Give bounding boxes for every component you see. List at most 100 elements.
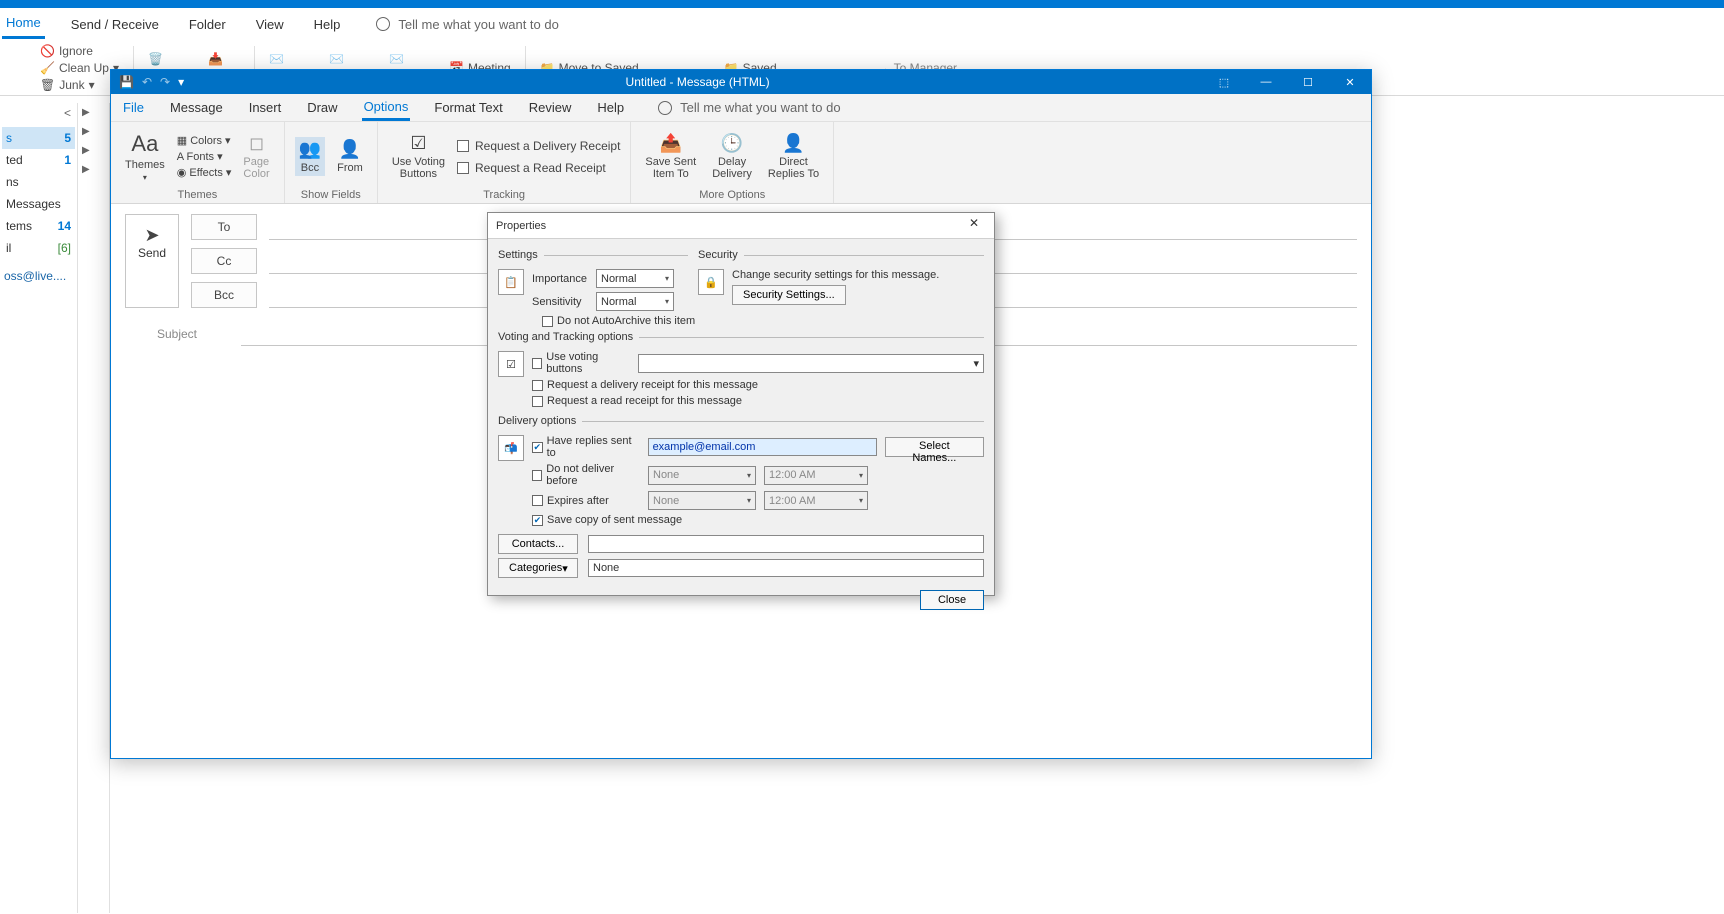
tell-me[interactable]: Tell me what you want to do xyxy=(376,17,558,32)
contacts-input[interactable] xyxy=(588,535,984,553)
replies-to-input[interactable] xyxy=(648,438,877,456)
direct-replies-button[interactable]: 👤Direct Replies To xyxy=(764,131,823,182)
ignore-button[interactable]: 🚫 Ignore xyxy=(40,44,119,58)
compose-review[interactable]: Review xyxy=(527,96,574,119)
nav-item[interactable]: il[6] xyxy=(2,237,75,259)
nav-item[interactable]: ted1 xyxy=(2,149,75,171)
junk-button[interactable]: 🗑 Junk ▾ xyxy=(40,78,119,92)
group-label: Tracking xyxy=(483,187,525,203)
themes-button[interactable]: AaThemes▾ xyxy=(121,129,169,184)
effects-button[interactable]: ◉ Effects ▾ xyxy=(177,166,232,179)
folder-pane: < s5 ted1 ns Messages tems14 il[6] oss@l… xyxy=(0,103,78,913)
autoarchive-checkbox[interactable]: Do not AutoArchive this item xyxy=(542,315,984,327)
categories-value[interactable]: None xyxy=(588,559,984,577)
to-button[interactable]: To xyxy=(191,214,257,240)
delivery-receipt-checkbox[interactable]: Request a Delivery Receipt xyxy=(457,139,620,153)
page-color-button[interactable]: ◻Page Color xyxy=(239,131,273,182)
dialog-close-icon[interactable]: ✕ xyxy=(962,216,986,236)
compose-insert[interactable]: Insert xyxy=(247,96,284,119)
menu-home[interactable]: Home xyxy=(2,9,45,39)
compose-format[interactable]: Format Text xyxy=(432,96,504,119)
close-button[interactable]: Close xyxy=(920,590,984,610)
compose-ribbon: AaThemes▾ ▦ Colors ▾ A Fonts ▾ ◉ Effects… xyxy=(111,122,1371,204)
send-button[interactable]: ➤ Send xyxy=(125,214,179,308)
nav-item[interactable]: Messages xyxy=(2,193,75,215)
expires-time[interactable]: 12:00 AM▾ xyxy=(764,491,868,510)
nav-item[interactable]: tems14 xyxy=(2,215,75,237)
select-names-button[interactable]: Select Names... xyxy=(885,437,984,457)
importance-select[interactable]: Normal▾ xyxy=(596,269,674,288)
menu-folder[interactable]: Folder xyxy=(185,11,230,38)
qat-more-icon[interactable]: ▾ xyxy=(178,75,184,89)
contacts-button[interactable]: Contacts... xyxy=(498,534,578,554)
security-settings-button[interactable]: Security Settings... xyxy=(732,285,846,305)
group-label: More Options xyxy=(699,187,765,203)
compose-draw[interactable]: Draw xyxy=(305,96,339,119)
dialog-title: Properties xyxy=(496,220,546,232)
window-popout-icon[interactable]: ⬚ xyxy=(1203,70,1245,94)
compose-help[interactable]: Help xyxy=(595,96,626,119)
nav-item[interactable]: ns xyxy=(2,171,75,193)
group-label: Themes xyxy=(177,187,217,203)
bcc-button[interactable]: 👥Bcc xyxy=(295,137,325,176)
compose-menu: File Message Insert Draw Options Format … xyxy=(111,94,1371,122)
undo-icon[interactable]: ↶ xyxy=(142,75,152,89)
main-menu: Home Send / Receive Folder View Help Tel… xyxy=(0,8,1724,40)
security-icon: 🔒 xyxy=(698,269,724,295)
menu-view[interactable]: View xyxy=(252,11,288,38)
compose-message[interactable]: Message xyxy=(168,96,225,119)
group-label: Show Fields xyxy=(301,187,361,203)
categories-button[interactable]: Categories▾ xyxy=(498,558,578,578)
menu-send-receive[interactable]: Send / Receive xyxy=(67,11,163,38)
voting-icon: ☑ xyxy=(498,351,524,377)
cc-button[interactable]: Cc xyxy=(191,248,257,274)
expires-checkbox[interactable]: Expires after xyxy=(532,495,640,507)
use-voting-checkbox[interactable]: Use voting buttons xyxy=(532,351,630,375)
window-maximize-icon[interactable]: ☐ xyxy=(1287,70,1329,94)
colors-button[interactable]: ▦ Colors ▾ xyxy=(177,134,232,147)
nav-item[interactable]: s5 xyxy=(2,127,75,149)
voting-group-label: Voting and Tracking options xyxy=(498,331,633,343)
no-deliver-date[interactable]: None▾ xyxy=(648,466,756,485)
voting-buttons[interactable]: ☑Use Voting Buttons xyxy=(388,131,449,182)
sensitivity-select[interactable]: Normal▾ xyxy=(596,292,674,311)
compose-options[interactable]: Options xyxy=(362,95,411,121)
delay-delivery-button[interactable]: 🕒Delay Delivery xyxy=(708,131,756,182)
menu-help[interactable]: Help xyxy=(310,11,345,38)
no-deliver-time[interactable]: 12:00 AM▾ xyxy=(764,466,868,485)
bcc-button[interactable]: Bcc xyxy=(191,282,257,308)
cleanup-button[interactable]: 🧹 Clean Up ▾ xyxy=(40,61,119,75)
settings-group-label: Settings xyxy=(498,249,538,261)
compose-tell-me[interactable]: Tell me what you want to do xyxy=(658,100,840,115)
bulb-icon xyxy=(658,101,672,115)
properties-dialog: Properties ✕ Settings 📋 Importance Norma… xyxy=(487,212,995,596)
settings-icon: 📋 xyxy=(498,269,524,295)
read-receipt-checkbox[interactable]: Request a read receipt for this message xyxy=(532,395,984,407)
expand-arrow-icon[interactable]: ▶ xyxy=(78,122,109,141)
save-icon[interactable]: 💾 xyxy=(119,75,134,89)
read-receipt-checkbox[interactable]: Request a Read Receipt xyxy=(457,161,620,175)
expand-arrow-icon[interactable]: ▶ xyxy=(78,103,109,122)
importance-label: Importance xyxy=(532,273,588,285)
delivery-group-label: Delivery options xyxy=(498,415,576,427)
save-copy-checkbox[interactable]: Save copy of sent message xyxy=(532,514,984,526)
delivery-receipt-checkbox[interactable]: Request a delivery receipt for this mess… xyxy=(532,379,984,391)
save-sent-button[interactable]: 📤Save Sent Item To xyxy=(641,131,700,182)
expand-arrow-icon[interactable]: ▶ xyxy=(78,141,109,160)
account-email[interactable]: oss@live.... xyxy=(0,263,77,289)
security-group-label: Security xyxy=(698,249,738,261)
expand-arrow-icon[interactable]: ▶ xyxy=(78,160,109,179)
fonts-button[interactable]: A Fonts ▾ xyxy=(177,150,232,163)
from-button[interactable]: 👤From xyxy=(333,137,367,176)
no-deliver-checkbox[interactable]: Do not deliver before xyxy=(532,463,640,487)
window-minimize-icon[interactable]: — xyxy=(1245,70,1287,94)
voting-combo[interactable]: ▾ xyxy=(638,354,984,373)
security-desc: Change security settings for this messag… xyxy=(732,269,939,281)
redo-icon[interactable]: ↷ xyxy=(160,75,170,89)
collapse-pane[interactable]: < xyxy=(0,103,77,123)
subject-label: Subject xyxy=(125,327,229,341)
compose-file[interactable]: File xyxy=(121,96,146,119)
replies-to-checkbox[interactable]: Have replies sent to xyxy=(532,435,640,459)
expires-date[interactable]: None▾ xyxy=(648,491,756,510)
window-close-icon[interactable]: ✕ xyxy=(1329,70,1371,94)
